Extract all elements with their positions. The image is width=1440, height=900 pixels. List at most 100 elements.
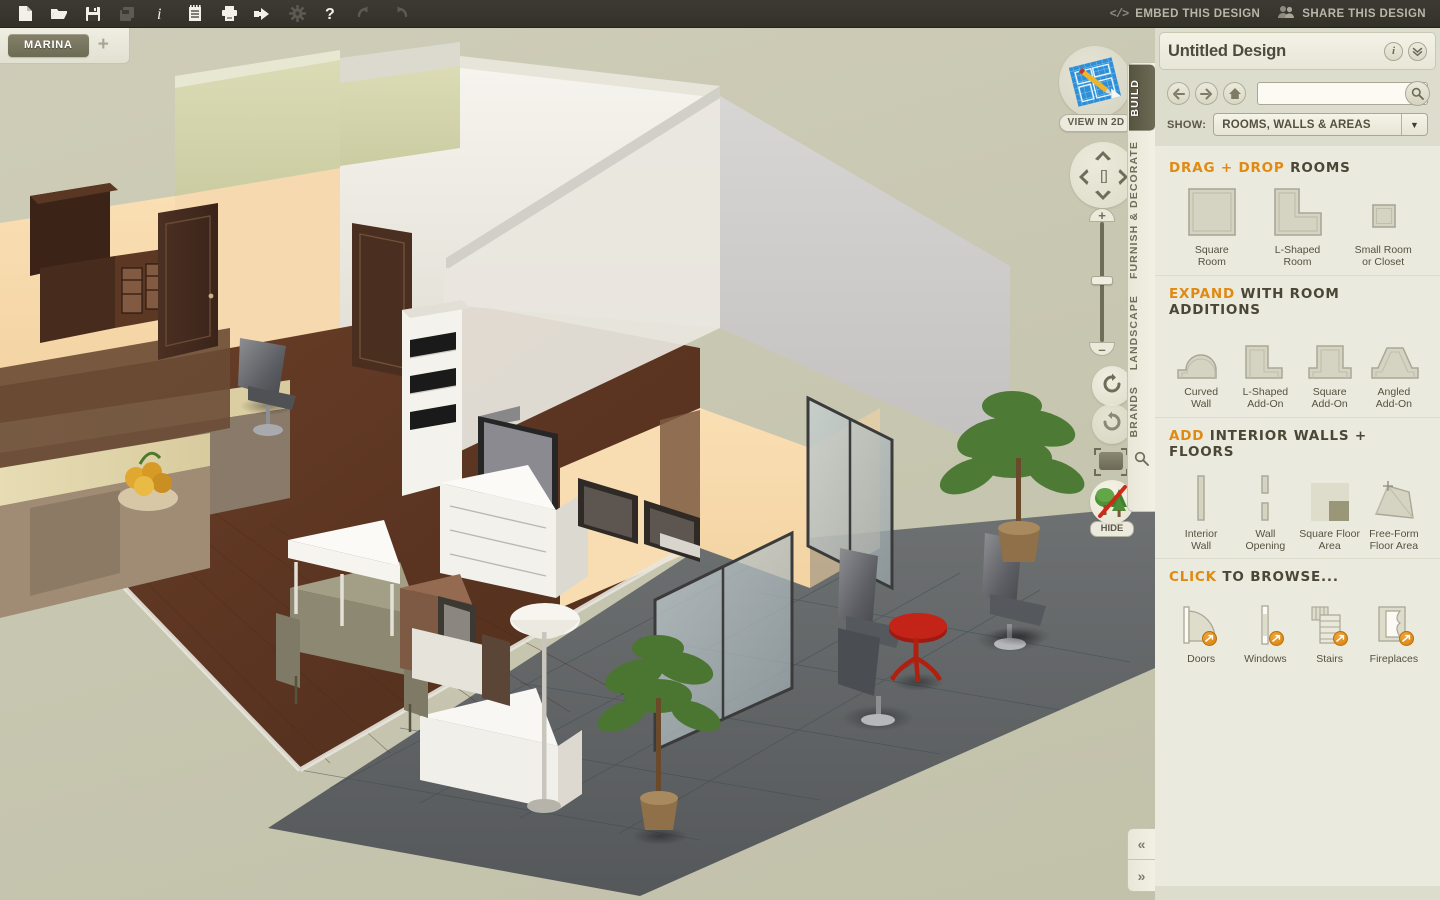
square-addon-icon — [1298, 327, 1362, 383]
rotate-left-button[interactable] — [1092, 366, 1132, 406]
zoom-out-button[interactable]: – — [1089, 342, 1115, 356]
rotate-ccw-icon — [1101, 373, 1123, 400]
item-curved-wall[interactable]: Curved Wall — [1169, 327, 1233, 411]
pan-down-icon[interactable] — [1093, 187, 1113, 203]
item-interior-wall[interactable]: Interior Wall — [1169, 469, 1233, 553]
pan-up-icon[interactable] — [1093, 147, 1113, 163]
section-room-additions: EXPAND WITH ROOM ADDITIONS Curved Wall L… — [1155, 274, 1440, 417]
open-folder-icon[interactable] — [42, 1, 76, 27]
info-icon[interactable]: i — [144, 1, 178, 27]
panel-header: Untitled Design i — [1159, 32, 1436, 70]
panel-forward-button[interactable] — [1195, 82, 1218, 105]
print-icon[interactable] — [212, 1, 246, 27]
document-tabstrip: MARINA + — [0, 28, 130, 64]
section-title-additions: EXPAND WITH ROOM ADDITIONS — [1169, 286, 1426, 318]
browse-grid: Doors Windows Stairs Fireplaces — [1169, 594, 1426, 665]
panel-home-button[interactable] — [1223, 82, 1246, 105]
item-free-form-floor-area[interactable]: Free-Form Floor Area — [1362, 469, 1426, 553]
interior-wall-icon — [1169, 469, 1233, 525]
view-in-2d-button[interactable]: VIEW IN 2D — [1059, 46, 1133, 132]
curved-wall-icon — [1169, 327, 1233, 383]
item-doors[interactable]: Doors — [1169, 594, 1233, 665]
share-design-link[interactable]: SHARE THIS DESIGN — [1278, 5, 1426, 22]
tab-build[interactable]: BUILD — [1129, 65, 1155, 131]
search-button[interactable] — [1405, 81, 1430, 106]
design-info-button[interactable]: i — [1384, 41, 1403, 61]
angled-addon-icon — [1362, 327, 1426, 383]
undo-icon[interactable] — [348, 1, 382, 27]
redo-icon[interactable] — [382, 1, 416, 27]
small-room-icon — [1340, 185, 1426, 241]
rotate-right-button[interactable] — [1092, 404, 1132, 444]
item-square-addon[interactable]: Square Add-On — [1298, 327, 1362, 411]
right-panel: Untitled Design i SHOW: ROOMS, WALLS & A… — [1155, 28, 1440, 900]
item-small-room-closet[interactable]: Small Room or Closet — [1340, 185, 1426, 269]
svg-text:i: i — [157, 6, 161, 22]
expand-panel-button[interactable]: » — [1127, 860, 1155, 892]
embed-design-link[interactable]: </> EMBED THIS DESIGN — [1110, 7, 1261, 21]
item-label-free-form-floor-area: Free-Form Floor Area — [1369, 527, 1419, 552]
square-room-icon — [1169, 185, 1255, 241]
stairs-browse-badge[interactable] — [1332, 630, 1348, 646]
embed-design-label: EMBED THIS DESIGN — [1135, 7, 1261, 20]
item-label-windows: Windows — [1244, 653, 1287, 666]
show-filter-row: SHOW: ROOMS, WALLS & AREAS ▼ — [1155, 113, 1440, 146]
chevron-down-icon[interactable]: ▼ — [1401, 114, 1427, 135]
svg-text:?: ? — [325, 6, 335, 22]
section-interior-walls-floors: ADD INTERIOR WALLS + FLOORS Interior Wal… — [1155, 416, 1440, 559]
collapse-header-button[interactable] — [1408, 41, 1427, 61]
item-label-l-shaped-room: L-Shaped Room — [1274, 244, 1321, 269]
free-form-floor-area-icon — [1362, 469, 1426, 525]
top-toolbar: i ? </> EMBED THIS DESIGN SHARE THIS DES… — [0, 0, 1440, 28]
l-shaped-addon-icon — [1233, 327, 1297, 383]
floorplan-render — [0, 42, 1155, 896]
item-fireplaces[interactable]: Fireplaces — [1362, 594, 1426, 665]
item-square-room[interactable]: Square Room — [1169, 185, 1255, 269]
zoom-thumb[interactable] — [1091, 276, 1113, 285]
tab-landscape[interactable]: LANDSCAPE — [1128, 287, 1154, 378]
zoom-slider[interactable]: + – — [1089, 208, 1115, 356]
wall-opening-icon — [1233, 469, 1297, 525]
toolbar-icon-group: i ? — [0, 1, 416, 27]
tab-brands[interactable]: BRANDS — [1128, 378, 1154, 446]
show-dropdown[interactable]: ROOMS, WALLS & AREAS ▼ — [1213, 113, 1428, 136]
add-tab-button[interactable]: + — [95, 35, 112, 57]
item-l-shaped-room[interactable]: L-Shaped Room — [1255, 185, 1341, 269]
item-windows[interactable]: Windows — [1233, 594, 1297, 665]
panel-header-buttons: i — [1384, 41, 1427, 61]
rooms-grid: Square Room L-Shaped Room Small Room or … — [1169, 185, 1426, 269]
item-square-floor-area[interactable]: Square Floor Area — [1298, 469, 1362, 553]
notes-icon[interactable] — [178, 1, 212, 27]
snapshot-icon — [1099, 452, 1123, 470]
help-icon[interactable]: ? — [314, 1, 348, 27]
item-stairs[interactable]: Stairs — [1298, 594, 1362, 665]
gear-icon[interactable] — [280, 1, 314, 27]
pan-center-icon[interactable]: [ ] — [1092, 166, 1114, 184]
pan-left-icon[interactable] — [1075, 167, 1091, 187]
snapshot-button[interactable] — [1094, 448, 1128, 476]
new-document-icon[interactable] — [8, 1, 42, 27]
item-l-shaped-addon[interactable]: L-Shaped Add-On — [1233, 327, 1297, 411]
show-dropdown-value: ROOMS, WALLS & AREAS — [1222, 118, 1371, 131]
save-icon[interactable] — [76, 1, 110, 27]
tab-search-icon[interactable] — [1128, 445, 1155, 467]
zoom-in-button[interactable]: + — [1089, 208, 1115, 222]
item-wall-opening[interactable]: Wall Opening — [1233, 469, 1297, 553]
section-title-rooms: DRAG + DROP ROOMS — [1169, 160, 1426, 176]
item-angled-addon[interactable]: Angled Add-On — [1362, 327, 1426, 411]
design-title: Untitled Design — [1168, 41, 1287, 60]
document-tab-marina[interactable]: MARINA — [8, 34, 89, 57]
design-canvas-3d[interactable] — [0, 28, 1155, 900]
item-label-wall-opening: Wall Opening — [1245, 527, 1286, 552]
collapse-panel-button[interactable]: « — [1127, 828, 1155, 860]
export-icon[interactable] — [246, 1, 280, 27]
windows-browse-badge[interactable] — [1268, 630, 1284, 646]
panel-back-button[interactable] — [1167, 82, 1190, 105]
search-input[interactable] — [1257, 82, 1428, 105]
rotate-cw-icon — [1101, 411, 1123, 438]
doors-browse-badge[interactable] — [1202, 630, 1218, 646]
fireplaces-browse-badge[interactable] — [1399, 630, 1414, 646]
panel-collapsers: « » — [1127, 828, 1155, 892]
save-as-icon[interactable] — [110, 1, 144, 27]
tab-furnish-decorate[interactable]: FURNISH & DECORATE — [1128, 133, 1154, 287]
